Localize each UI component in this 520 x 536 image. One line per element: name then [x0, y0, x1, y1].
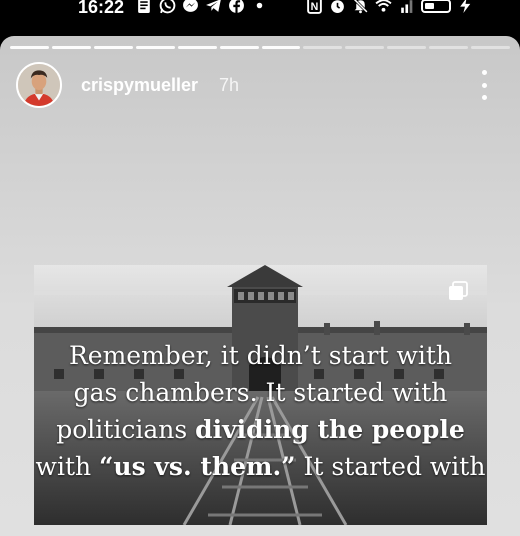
telegram-icon — [205, 0, 222, 14]
story-progress-segment — [429, 46, 469, 49]
story-progress-segment — [10, 46, 49, 49]
facebook-icon — [228, 0, 245, 14]
post-quote-text: Remember, it didn’t start with gas chamb… — [34, 337, 487, 485]
nfc-icon: N — [306, 0, 323, 14]
notes-icon — [136, 0, 153, 14]
quote-line-4: with “us vs. them.” It started with — [34, 448, 487, 485]
quote-line-3-text: politicians — [56, 415, 196, 444]
avatar[interactable] — [16, 62, 62, 108]
quote-line-2: gas chambers. It started with — [73, 378, 448, 407]
story-progress-segment — [51, 46, 91, 49]
story-progress-segment — [177, 46, 217, 49]
quote-line-1: Remember, it didn’t start with — [68, 341, 453, 370]
story-progress-segment — [219, 46, 259, 49]
quote-line-4-text: with — [35, 452, 100, 481]
messenger-icon — [182, 0, 199, 14]
signal-icon — [398, 0, 415, 14]
notification-icons — [136, 0, 268, 14]
quote-line-4-tail: It started with — [295, 452, 486, 481]
story-viewer[interactable]: crispymueller 7h Remember, it didn’t sta… — [0, 36, 520, 536]
status-bar: 16:22 N — [0, 0, 520, 30]
quote-line-3: politicians dividing the people — [34, 411, 487, 448]
mute-icon — [352, 0, 369, 14]
svg-text:N: N — [311, 1, 319, 13]
story-username[interactable]: crispymueller — [81, 75, 198, 96]
story-header: crispymueller 7h — [16, 62, 506, 110]
story-progress-segment — [135, 46, 175, 49]
system-icons: N — [306, 0, 474, 14]
whatsapp-icon — [159, 0, 176, 14]
story-progress-segment — [471, 46, 511, 49]
story-progress-segment — [303, 46, 343, 49]
story-progress-segment — [261, 46, 301, 49]
battery-icon — [421, 0, 451, 13]
quote-line-4-bold: “us vs. them.” — [99, 452, 296, 481]
story-progress-segment — [93, 46, 133, 49]
story-progress-bar — [10, 46, 511, 49]
multiple-images-icon — [448, 281, 468, 301]
shared-post-image[interactable]: Remember, it didn’t start with gas chamb… — [34, 265, 487, 525]
story-progress-segment — [387, 46, 427, 49]
story-timestamp: 7h — [219, 75, 240, 95]
wifi-icon — [375, 0, 392, 14]
dot-icon — [251, 0, 268, 14]
alarm-icon — [329, 0, 346, 14]
story-progress-segment — [345, 46, 385, 49]
quote-line-3-bold: dividing the people — [195, 415, 465, 444]
more-options-icon[interactable] — [476, 70, 492, 100]
charging-icon — [457, 0, 474, 14]
status-time: 16:22 — [78, 0, 125, 17]
